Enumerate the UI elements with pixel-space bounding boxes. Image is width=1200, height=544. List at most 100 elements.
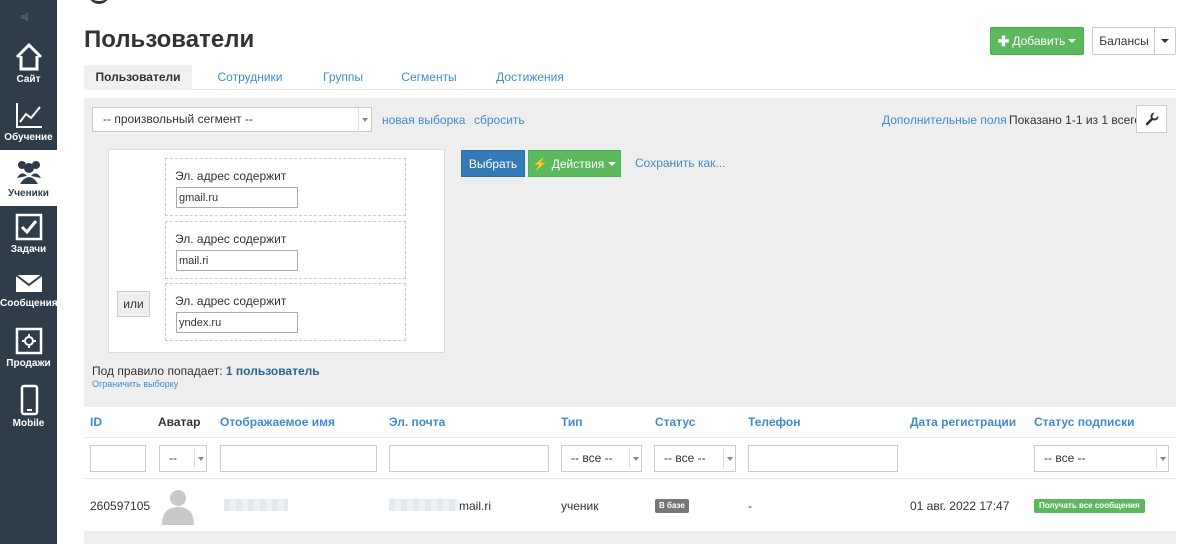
sidebar-item-site[interactable]: Сайт — [0, 36, 57, 92]
status-filter-value: -- все -- — [664, 451, 706, 465]
settings-button[interactable] — [1136, 105, 1167, 133]
sidebar-item-label: Продажи — [6, 358, 51, 369]
sidebar-item-tasks[interactable]: Задачи — [0, 206, 57, 262]
chevron-down-icon — [358, 108, 371, 131]
name-filter-input[interactable] — [220, 445, 377, 472]
condition-label: Эл. адрес содержит — [175, 294, 287, 308]
condition-input[interactable] — [176, 312, 298, 333]
avatar-filter-select[interactable]: -- — [159, 445, 207, 472]
segment-select-value: -- произвольный сегмент -- — [103, 112, 253, 126]
filter-panel: -- произвольный сегмент -- новая выборка… — [84, 98, 1176, 407]
tab-employees[interactable]: Сотрудники — [210, 65, 290, 90]
email-filter-input[interactable] — [389, 445, 549, 472]
segment-select[interactable]: -- произвольный сегмент -- — [92, 107, 372, 132]
actions-button[interactable]: ⚡ Действия — [528, 150, 621, 177]
chevron-down-icon — [723, 449, 735, 468]
select-button[interactable]: Выбрать — [461, 150, 525, 177]
sub-status-filter-select[interactable]: -- все -- — [1034, 445, 1169, 472]
chevron-down-icon — [1068, 39, 1077, 43]
condition-block: Эл. адрес содержит — [165, 283, 406, 341]
rule-box: или Эл. адрес содержит Эл. адрес содержи… — [108, 149, 445, 353]
new-selection-link[interactable]: новая выборка — [382, 113, 465, 127]
sidebar-item-label: Ученики — [8, 188, 49, 199]
results-count: Показано 1-1 из 1 всего. — [1009, 113, 1145, 127]
header-id[interactable]: ID — [90, 415, 102, 429]
avatar[interactable] — [158, 485, 198, 525]
sidebar-item-label: Сообщения — [0, 298, 58, 309]
condition-input[interactable] — [176, 187, 298, 208]
balances-dropdown-toggle[interactable] — [1154, 27, 1176, 55]
users-table: ID Аватар Отображаемое имя Эл. почта Тип… — [84, 407, 1176, 544]
avatar-filter-value: -- — [169, 451, 177, 465]
condition-label: Эл. адрес содержит — [175, 232, 287, 246]
or-button[interactable]: или — [117, 291, 150, 317]
limit-selection-link[interactable]: Ограничить выборку — [92, 379, 178, 389]
phone-filter-input[interactable] — [748, 445, 898, 472]
row-email[interactable]: mail.ri — [459, 499, 491, 513]
chevron-down-icon — [1156, 449, 1168, 468]
wrench-icon — [1145, 112, 1159, 126]
header-sub-status[interactable]: Статус подписки — [1034, 415, 1135, 429]
table-footer — [84, 531, 1176, 544]
checkbox-icon — [15, 213, 42, 241]
rule-count-value[interactable]: 1 пользователь — [226, 364, 320, 378]
tab-segments[interactable]: Сегменты — [396, 65, 462, 90]
name-redacted[interactable] — [224, 499, 288, 511]
save-as-link[interactable]: Сохранить как... — [635, 156, 725, 170]
row-id: 260597105 — [90, 499, 151, 513]
tabs-bar: Пользователи Сотрудники Группы Сегменты … — [84, 65, 1176, 90]
sound-icon[interactable] — [0, 0, 57, 34]
status-badge: В базе — [655, 499, 689, 513]
sub-status-filter-value: -- все -- — [1044, 451, 1086, 465]
header-reg-date[interactable]: Дата регистрации — [910, 415, 1016, 429]
header-avatar: Аватар — [158, 415, 201, 429]
condition-label: Эл. адрес содержит — [175, 169, 287, 183]
phone-icon — [20, 384, 38, 416]
id-filter-input[interactable] — [90, 445, 146, 472]
plus-icon: ✚ — [997, 32, 1010, 49]
tab-achievements[interactable]: Достижения — [488, 65, 572, 90]
sidebar-item-label: Mobile — [12, 418, 45, 429]
header-name[interactable]: Отображаемое имя — [220, 415, 335, 429]
sidebar-item-label: Обучение — [4, 132, 53, 143]
type-filter-select[interactable]: -- все -- — [561, 445, 642, 472]
sidebar-item-label: Сайт — [16, 74, 41, 85]
sidebar-item-learning[interactable]: Обучение — [0, 94, 57, 150]
header-type[interactable]: Тип — [561, 415, 583, 429]
add-button-label: Добавить — [1012, 34, 1066, 48]
row-phone: - — [748, 499, 752, 513]
reset-link[interactable]: сбросить — [474, 113, 525, 127]
status-filter-select[interactable]: -- все -- — [654, 445, 736, 472]
sidebar-item-sales[interactable]: Продажи — [0, 320, 57, 376]
chart-line-icon — [15, 103, 42, 128]
sidebar-item-label: Задачи — [10, 244, 47, 255]
header-email[interactable]: Эл. почта — [389, 415, 445, 429]
add-button[interactable]: ✚ Добавить — [990, 27, 1084, 55]
chevron-down-icon — [1161, 39, 1169, 43]
header-phone[interactable]: Телефон — [748, 415, 800, 429]
balances-button[interactable]: Балансы — [1092, 27, 1155, 55]
page-title: Пользователи — [84, 26, 255, 53]
extra-fields-link[interactable]: Дополнительные поля — [882, 113, 1007, 127]
header-status[interactable]: Статус — [655, 415, 695, 429]
condition-block: Эл. адрес содержит — [165, 221, 406, 279]
rule-count-prefix: Под правило попадает: — [92, 364, 223, 378]
lightning-icon: ⚡ — [532, 156, 548, 171]
sidebar: Сайт Обучение Ученики Задачи Сообщения П… — [0, 0, 58, 544]
logo-icon — [88, 0, 110, 4]
row-reg-date[interactable]: 01 авг. 2022 17:47 — [910, 499, 1009, 513]
sidebar-item-students[interactable]: Ученики — [0, 150, 57, 206]
sidebar-item-messages[interactable]: Сообщения — [0, 264, 58, 320]
envelope-icon — [14, 274, 43, 292]
chevron-down-icon — [608, 161, 617, 166]
tab-users[interactable]: Пользователи — [84, 65, 192, 90]
sidebar-item-mobile[interactable]: Mobile — [0, 378, 57, 434]
condition-block: Эл. адрес содержит — [165, 158, 406, 216]
chevron-down-icon — [194, 449, 206, 468]
condition-input[interactable] — [176, 250, 298, 271]
actions-button-label: Действия — [551, 156, 605, 171]
chevron-down-icon — [629, 449, 641, 468]
house-icon — [15, 42, 42, 71]
tab-groups[interactable]: Группы — [314, 65, 372, 90]
email-redacted — [389, 499, 459, 511]
